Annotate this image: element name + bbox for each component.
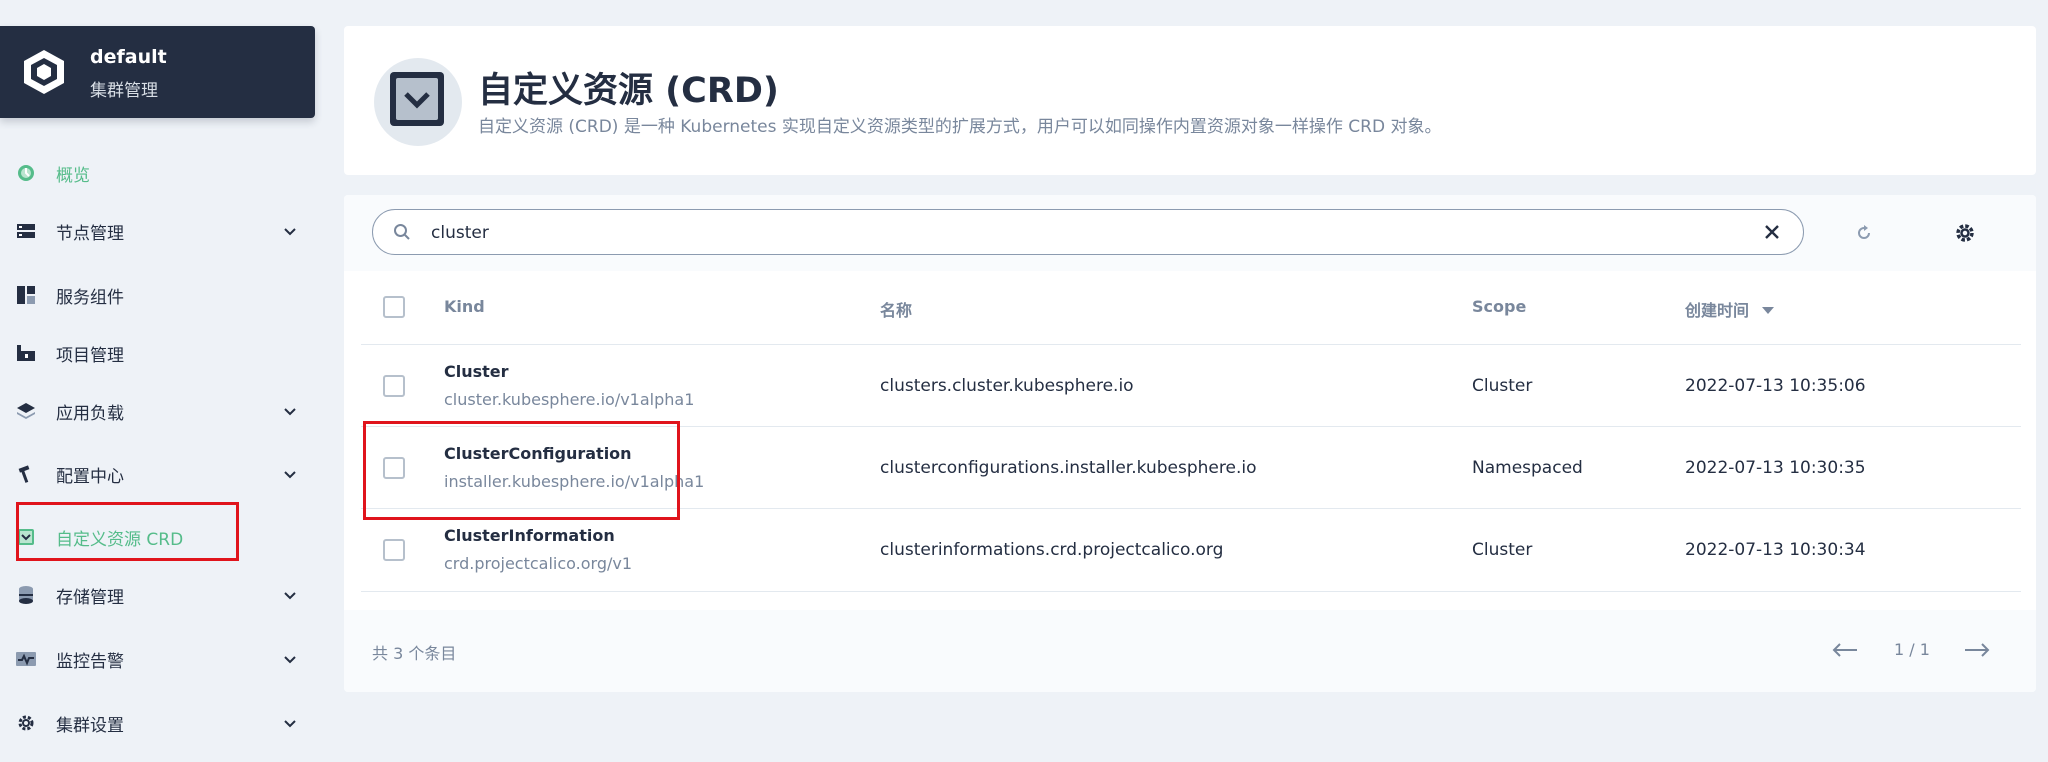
refresh-icon: [1858, 225, 1870, 239]
column-header-created[interactable]: 创建时间: [1685, 297, 1775, 321]
column-header-kind[interactable]: Kind: [444, 297, 485, 316]
chevron-down-icon: [284, 471, 296, 479]
row-highlight-annotation: [363, 421, 680, 520]
sidebar-item-nodes[interactable]: 节点管理: [16, 211, 306, 251]
sidebar-item-workloads[interactable]: 应用负载: [16, 391, 306, 431]
cluster-switcher[interactable]: default 集群管理: [0, 26, 315, 118]
header-icon-badge: [374, 58, 462, 146]
search-input[interactable]: [431, 220, 1731, 246]
layers-icon: [16, 401, 36, 421]
search-icon: [394, 224, 410, 240]
sidebar-item-config[interactable]: 配置中心: [16, 454, 306, 494]
crd-kind-link[interactable]: ClusterInformation: [444, 526, 615, 545]
arrow-left-icon[interactable]: [1830, 640, 1860, 660]
chevron-down-icon: [284, 720, 296, 728]
column-header-name[interactable]: 名称: [880, 297, 912, 321]
sidebar-item-label: 节点管理: [56, 223, 124, 244]
database-icon: [16, 585, 36, 605]
crd-table-card: Kind 名称 Scope 创建时间 Cluster cluster.kubes…: [344, 195, 2036, 692]
crd-created: 2022-07-13 10:30:35: [1685, 458, 1866, 478]
sidebar-item-overview[interactable]: 概览: [16, 153, 306, 193]
nodes-icon: [16, 221, 36, 241]
arrow-right-icon[interactable]: [1962, 640, 1992, 660]
select-all-checkbox[interactable]: [383, 296, 405, 318]
crd-kind-link[interactable]: Cluster: [444, 362, 509, 381]
crd-group: crd.projectcalico.org/v1: [444, 554, 633, 573]
crd-name: clusterinformations.crd.projectcalico.or…: [880, 540, 1224, 560]
components-icon: [16, 285, 36, 305]
crd-scope: Cluster: [1472, 376, 1533, 396]
page-title: 自定义资源 (CRD): [478, 71, 779, 111]
table-settings-button[interactable]: [1945, 213, 1985, 253]
sidebar-item-components[interactable]: 服务组件: [16, 275, 306, 315]
sidebar-item-label: 应用负载: [56, 403, 124, 424]
chevron-down-icon: [284, 592, 296, 600]
page-description: 自定义资源 (CRD) 是一种 Kubernetes 实现自定义资源类型的扩展方…: [478, 117, 1442, 137]
sidebar-item-label: 存储管理: [56, 587, 124, 608]
crd-created: 2022-07-13 10:35:06: [1685, 376, 1866, 396]
crd-icon: [390, 72, 444, 126]
crd-created: 2022-07-13 10:30:34: [1685, 540, 1866, 560]
gear-icon: [1956, 224, 1974, 242]
crd-scope: Namespaced: [1472, 458, 1583, 478]
crd-group: cluster.kubesphere.io/v1alpha1: [444, 390, 695, 409]
crd-name: clusterconfigurations.installer.kubesphe…: [880, 458, 1257, 478]
close-icon[interactable]: [1763, 223, 1781, 241]
search-bar[interactable]: [372, 209, 1804, 255]
refresh-button[interactable]: [1844, 213, 1884, 253]
page-indicator: 1 / 1: [1894, 640, 1930, 659]
sidebar-highlight-annotation: [16, 502, 239, 561]
crd-scope: Cluster: [1472, 540, 1533, 560]
cluster-subtitle: 集群管理: [90, 81, 158, 101]
table-divider: [361, 591, 2021, 592]
chevron-down-icon: [284, 228, 296, 236]
cluster-name: default: [90, 46, 167, 68]
cluster-logo-icon: [24, 50, 64, 94]
table-divider: [361, 344, 2021, 345]
table-footer: 共 3 个条目 1 / 1: [344, 610, 2036, 692]
page-header: 自定义资源 (CRD) 自定义资源 (CRD) 是一种 Kubernetes 实…: [344, 26, 2036, 175]
hammer-icon: [16, 464, 36, 484]
sidebar-item-label: 集群设置: [56, 715, 124, 736]
table-toolbar: [344, 195, 2036, 271]
sidebar-item-storage[interactable]: 存储管理: [16, 575, 306, 615]
sidebar-item-label: 配置中心: [56, 466, 124, 487]
row-checkbox[interactable]: [383, 375, 405, 397]
gear-icon: [16, 713, 36, 733]
column-header-label: 创建时间: [1685, 301, 1750, 320]
project-icon: [16, 343, 36, 363]
chevron-down-icon: [284, 656, 296, 664]
sidebar-item-label: 概览: [56, 165, 90, 186]
sidebar-item-label: 项目管理: [56, 345, 124, 366]
crd-name: clusters.cluster.kubesphere.io: [880, 376, 1134, 396]
total-count: 共 3 个条目: [372, 644, 457, 663]
sidebar-item-monitoring[interactable]: 监控告警: [16, 639, 306, 679]
sidebar-item-projects[interactable]: 项目管理: [16, 333, 306, 373]
sort-desc-icon: [1761, 307, 1774, 314]
sidebar-item-label: 监控告警: [56, 651, 124, 672]
dashboard-icon: [16, 163, 36, 183]
sidebar-item-label: 服务组件: [56, 287, 124, 308]
sidebar-item-cluster-settings[interactable]: 集群设置: [16, 703, 306, 743]
column-header-scope[interactable]: Scope: [1472, 297, 1526, 316]
chevron-down-icon: [284, 408, 296, 416]
row-checkbox[interactable]: [383, 539, 405, 561]
monitor-icon: [16, 649, 36, 669]
